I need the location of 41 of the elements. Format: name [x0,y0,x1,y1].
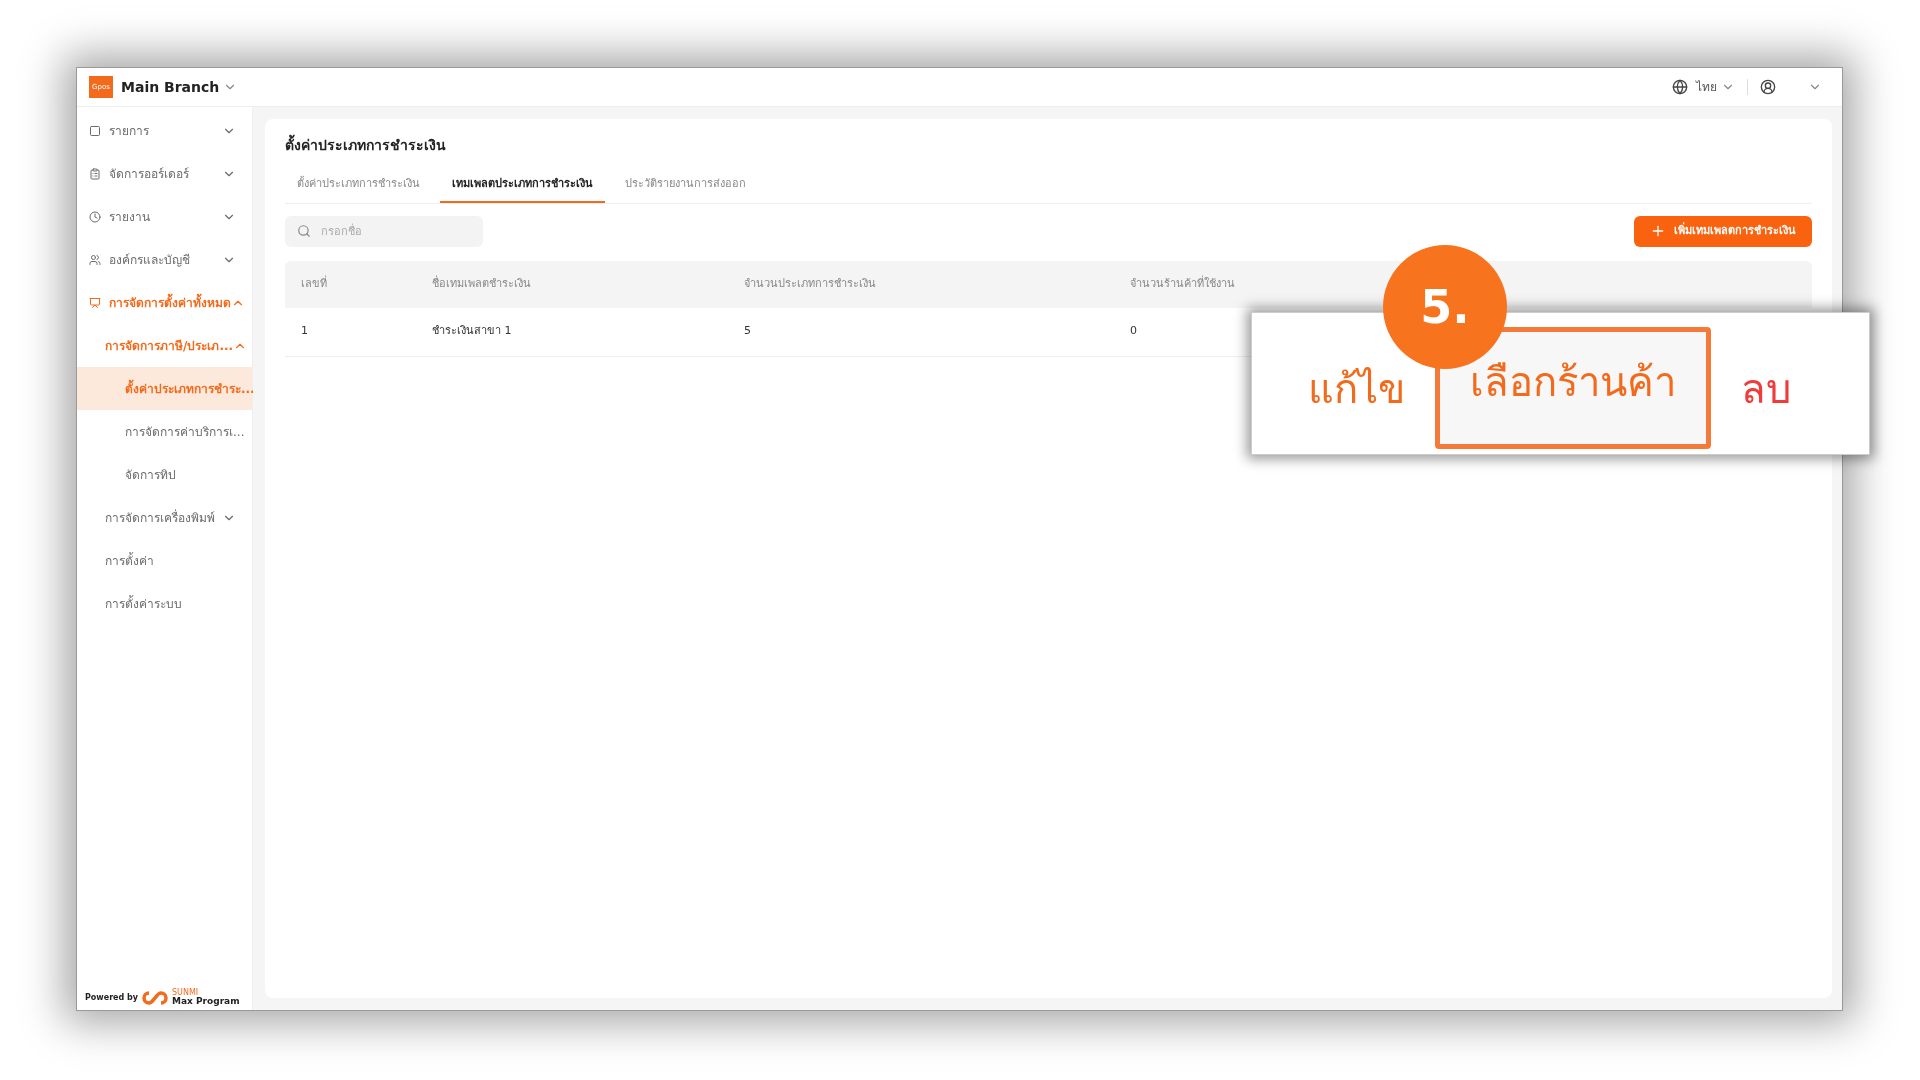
sidebar-item[interactable]: การตั้งค่าระบบ [77,582,252,625]
sidebar-item[interactable]: องค์กรและบัญชี [77,238,252,281]
table-cell-text: 5 [743,323,752,340]
powered-by-text: Powered by [85,992,138,1004]
tab[interactable]: เทมเพลตประเภทการชำระเงิน [440,176,605,203]
table-cell-text: 0 [1129,323,1137,340]
tab[interactable]: ตั้งค่าประเภทการชำระเงิน [285,176,432,203]
column-header: จำนวนร้านค้าที่ใช้งาน [1129,275,1235,292]
chart-board-icon [89,296,101,309]
column-header: ชื่อเทมเพลตชำระเงิน [431,275,532,292]
sidebar-item[interactable]: รายงาน [77,195,252,238]
sidebar-item[interactable]: การจัดการภาษี/ประเภ... [77,324,252,367]
sidebar-item[interactable]: การตั้งค่า [77,539,252,582]
user-icon[interactable] [1760,79,1776,95]
people-icon [89,253,101,266]
sidebar-item[interactable]: การจัดการค่าบริการเ... [77,410,252,453]
add-template-button[interactable]: เพิ่มเทมเพลตการชำระเงิน [1634,215,1812,247]
page-title: ตั้งค่าประเภทการชำระเงิน [285,135,1812,156]
branch-name[interactable]: Main Branch [121,76,220,98]
search-field[interactable]: กรอกชื่อ [285,215,483,247]
sidebar-item[interactable]: การจัดการตั้งค่าทั้งหมด [77,281,252,324]
column-header: จำนวนประเภทการชำระเงิน [743,275,877,292]
action-label: ลบ [1741,364,1791,409]
search-icon [297,223,311,238]
plus-icon [1650,223,1666,239]
table-cell-text: ชำระเงินสาขา 1 [431,323,513,340]
sidebar-item[interactable]: จัดการออร์เดอร์ [77,152,252,195]
sidebar-item[interactable]: จัดการทิป [77,453,252,496]
sidebar-item[interactable]: รายการ [77,109,252,152]
language-label[interactable]: ไทย [1696,78,1717,96]
clipboard-icon [89,167,101,180]
infinity-logo-icon [142,991,168,1005]
globe-icon[interactable] [1672,79,1688,95]
brand-text: Max Program [172,997,240,1006]
table-cell-text: 1 [300,323,309,340]
square-icon [89,124,101,137]
brand-small-text: SUNMI [172,989,200,997]
clock-icon [89,210,101,223]
sidebar-item[interactable]: การจัดการเครื่องพิมพ์ [77,496,252,539]
tab[interactable]: ประวัติรายงานการส่งออก [613,176,758,203]
column-header: เลขที่ [300,275,328,292]
